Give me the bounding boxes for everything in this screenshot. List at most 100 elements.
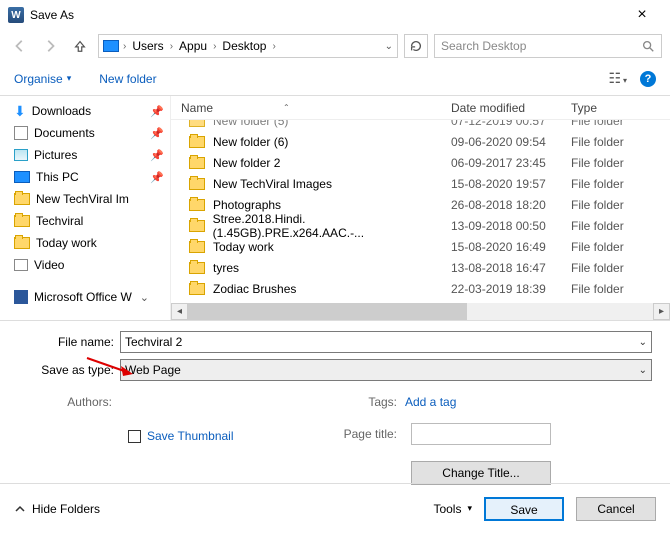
help-icon[interactable]: ?: [640, 71, 656, 87]
new-folder-button[interactable]: New folder: [99, 72, 156, 86]
file-name: New TechViral Images: [213, 177, 332, 191]
change-title-button[interactable]: Change Title...: [411, 461, 551, 485]
filename-field[interactable]: Techviral 2 ⌄: [120, 331, 652, 353]
save-button[interactable]: Save: [484, 497, 564, 521]
hide-folders-button[interactable]: Hide Folders: [14, 502, 100, 516]
list-row[interactable]: tyres13-08-2018 16:47File folder: [171, 257, 670, 278]
view-options-icon[interactable]: ☷ ▾: [609, 70, 626, 87]
folder-icon: [189, 241, 205, 253]
file-date: 09-06-2020 09:54: [451, 135, 571, 149]
horizontal-scrollbar[interactable]: ◂ ▸: [171, 303, 670, 320]
document-icon: [14, 126, 28, 140]
folder-icon: [189, 157, 205, 169]
chevron-down-icon: ⌄: [140, 291, 155, 304]
chevron-down-icon: ▾: [467, 503, 472, 514]
file-type: File folder: [571, 261, 670, 275]
save-thumbnail-label[interactable]: Save Thumbnail: [147, 429, 234, 443]
tree-downloads[interactable]: ⬇Downloads📌: [14, 100, 170, 122]
filetype-label: Save as type:: [18, 363, 120, 377]
file-date: 15-08-2020 19:57: [451, 177, 571, 191]
folder-icon: [189, 136, 205, 148]
scroll-right-icon[interactable]: ▸: [653, 303, 670, 320]
close-button[interactable]: ×: [622, 0, 662, 30]
pictures-icon: [14, 149, 28, 161]
folder-icon: [189, 262, 205, 274]
list-row[interactable]: Zodiac Brushes22-03-2019 18:39File folde…: [171, 278, 670, 299]
path-dropdown-icon[interactable]: ⌄: [385, 41, 393, 52]
address-bar[interactable]: › Users › Appu › Desktop › ⌄: [98, 34, 398, 58]
authors-label: Authors:: [18, 395, 120, 409]
folder-icon: [189, 283, 205, 295]
add-tag-link[interactable]: Add a tag: [405, 395, 456, 409]
chevron-up-icon: [14, 503, 26, 515]
sort-indicator-icon: ⌃: [283, 103, 290, 112]
tree-folder-ntv[interactable]: New TechViral Im: [14, 188, 170, 210]
column-type[interactable]: Type: [571, 101, 670, 115]
up-button[interactable]: [68, 34, 92, 58]
refresh-button[interactable]: [404, 34, 428, 58]
file-type: File folder: [571, 282, 670, 296]
list-row[interactable]: New folder (5)07-12-2019 00:57File folde…: [171, 120, 670, 131]
file-name: New folder 2: [213, 156, 280, 170]
list-row[interactable]: New folder 206-09-2017 23:45File folder: [171, 152, 670, 173]
nav-bar: › Users › Appu › Desktop › ⌄ Search Desk…: [0, 30, 670, 62]
file-date: 26-08-2018 18:20: [451, 198, 571, 212]
list-row[interactable]: Today work15-08-2020 16:49File folder: [171, 236, 670, 257]
chevron-right-icon: ›: [170, 41, 173, 52]
tree-pictures[interactable]: Pictures📌: [14, 144, 170, 166]
file-name: tyres: [213, 261, 239, 275]
breadcrumb[interactable]: Users: [130, 39, 165, 53]
pc-icon: [103, 40, 119, 52]
file-name: New folder (6): [213, 135, 288, 149]
search-input[interactable]: Search Desktop: [434, 34, 662, 58]
organise-button[interactable]: Organise ▾: [14, 72, 71, 86]
file-type: File folder: [571, 240, 670, 254]
tree-word[interactable]: Microsoft Office W⌄: [14, 286, 170, 308]
column-name[interactable]: Name⌃: [171, 101, 451, 115]
tree-folder-today[interactable]: Today work: [14, 232, 170, 254]
chevron-right-icon: ›: [272, 41, 275, 52]
tree-folder-techviral[interactable]: Techviral: [14, 210, 170, 232]
tree-documents[interactable]: Documents📌: [14, 122, 170, 144]
pin-icon: 📌: [150, 171, 170, 184]
folder-icon: [14, 237, 30, 249]
filetype-field[interactable]: Web Page ⌄: [120, 359, 652, 381]
file-date: 06-09-2017 23:45: [451, 156, 571, 170]
pin-icon: 📌: [150, 149, 170, 162]
save-form: File name: Techviral 2 ⌄ Save as type: W…: [0, 320, 670, 491]
save-thumbnail-checkbox[interactable]: [128, 430, 141, 443]
list-row[interactable]: New TechViral Images15-08-2020 19:57File…: [171, 173, 670, 194]
folder-icon: [189, 220, 205, 232]
search-icon: [641, 39, 655, 53]
folder-icon: [14, 215, 30, 227]
back-button[interactable]: [8, 34, 32, 58]
page-title-input[interactable]: [411, 423, 551, 445]
filetype-value: Web Page: [125, 363, 181, 377]
tools-dropdown[interactable]: Tools▾: [433, 502, 472, 516]
tree-this-pc[interactable]: This PC📌: [14, 166, 170, 188]
word-icon: [14, 290, 28, 304]
breadcrumb[interactable]: Appu: [177, 39, 209, 53]
column-date[interactable]: Date modified: [451, 101, 571, 115]
title-bar: W Save As ×: [0, 0, 670, 30]
list-row[interactable]: Stree.2018.Hindi.(1.45GB).PRE.x264.AAC.-…: [171, 215, 670, 236]
forward-button[interactable]: [38, 34, 62, 58]
scrollbar-thumb[interactable]: [188, 303, 467, 320]
command-bar: Organise ▾ New folder ☷ ▾ ?: [0, 62, 670, 96]
file-name: Photographs: [213, 198, 281, 212]
tree-folder-video[interactable]: Video: [14, 254, 170, 276]
breadcrumb[interactable]: Desktop: [220, 39, 268, 53]
cancel-button[interactable]: Cancel: [576, 497, 656, 521]
pin-icon: 📌: [150, 127, 170, 140]
scroll-left-icon[interactable]: ◂: [171, 303, 188, 320]
file-name: Stree.2018.Hindi.(1.45GB).PRE.x264.AAC.-…: [213, 212, 451, 240]
list-row[interactable]: New folder (6)09-06-2020 09:54File folde…: [171, 131, 670, 152]
filename-value: Techviral 2: [125, 335, 182, 349]
chevron-right-icon: ›: [213, 41, 216, 52]
chevron-down-icon[interactable]: ⌄: [639, 337, 647, 348]
file-type: File folder: [571, 198, 670, 212]
dialog-footer: Hide Folders Tools▾ Save Cancel: [0, 483, 670, 533]
file-type: File folder: [571, 219, 670, 233]
chevron-down-icon[interactable]: ⌄: [639, 365, 647, 376]
video-icon: [14, 259, 28, 271]
